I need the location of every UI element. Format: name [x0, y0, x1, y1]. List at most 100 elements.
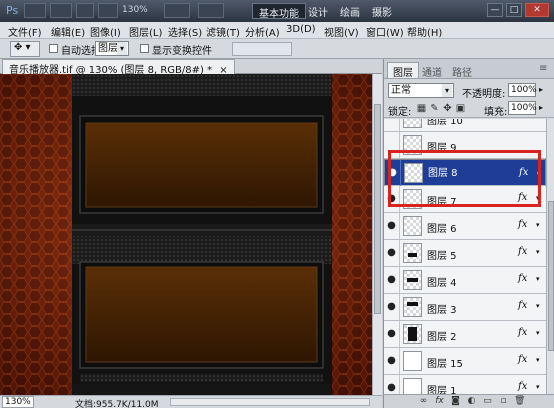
tab-paths[interactable]: 路径: [447, 63, 477, 79]
eye-icon[interactable]: ●: [384, 240, 400, 266]
layer-row[interactable]: 图层 9: [384, 132, 546, 159]
layer-row[interactable]: ● 图层 2 fx ▾: [384, 321, 546, 348]
new-layer-icon[interactable]: ▫: [498, 396, 509, 407]
lock-transparent-icon[interactable]: ▦: [416, 103, 427, 114]
move-tool-preset[interactable]: ✥ ▾: [10, 41, 40, 57]
expand-effects-icon[interactable]: ▾: [536, 383, 540, 391]
fx-icon[interactable]: fx: [518, 381, 527, 392]
layer-row[interactable]: 图层 10: [384, 119, 546, 132]
maximize-button[interactable]: □: [506, 3, 522, 17]
mask-icon[interactable]: ◙: [450, 396, 461, 407]
expand-effects-icon[interactable]: ▾: [536, 221, 540, 229]
zoom-level-dropdown[interactable]: 130%: [122, 5, 148, 15]
add-style-icon[interactable]: fx: [434, 396, 445, 407]
arrange-documents-button[interactable]: [164, 3, 190, 18]
lock-pixels-icon[interactable]: ✎: [429, 103, 440, 114]
opacity-input[interactable]: 100%: [508, 83, 537, 97]
menu-window[interactable]: 窗口(W): [366, 24, 404, 39]
fx-icon[interactable]: fx: [518, 327, 527, 338]
lock-all-icon[interactable]: ▣: [455, 103, 466, 114]
auto-select-dropdown[interactable]: 图层 ▾: [95, 41, 129, 56]
menu-analysis[interactable]: 分析(A): [245, 24, 280, 39]
expand-effects-icon[interactable]: ▾: [536, 194, 540, 202]
fx-icon[interactable]: fx: [518, 192, 527, 203]
fx-icon[interactable]: fx: [519, 166, 528, 179]
menu-layer[interactable]: 图层(L): [129, 24, 162, 39]
fx-icon[interactable]: fx: [518, 273, 527, 284]
expand-effects-icon[interactable]: ▾: [536, 248, 540, 256]
menu-help[interactable]: 帮助(H): [407, 24, 442, 39]
layer-row[interactable]: ● 图层 7 fx ▾: [384, 186, 546, 213]
visibility-toggle[interactable]: [384, 132, 400, 158]
workspace-design[interactable]: 设计: [302, 3, 334, 19]
status-zoom-field[interactable]: 130%: [2, 396, 34, 408]
expand-effects-icon[interactable]: ▾: [536, 329, 540, 337]
show-transform-label: 显示变换控件: [152, 46, 212, 57]
layer-row[interactable]: ● 图层 15 fx ▾: [384, 348, 546, 375]
eye-icon[interactable]: ●: [384, 186, 400, 212]
workspace-essentials[interactable]: 基本功能: [252, 3, 306, 20]
expand-effects-icon[interactable]: ▾: [537, 168, 541, 181]
panel-menu-icon[interactable]: ≡: [534, 62, 552, 78]
show-transform-checkbox[interactable]: [140, 44, 149, 53]
eye-icon[interactable]: ●: [384, 375, 400, 394]
fill-input[interactable]: 100%: [508, 101, 537, 115]
menu-image[interactable]: 图像(I): [90, 24, 121, 39]
blend-mode-dropdown[interactable]: 正常 ▾: [388, 83, 454, 98]
menu-view[interactable]: 视图(V): [324, 24, 359, 39]
eye-icon[interactable]: ●: [384, 294, 400, 320]
eye-icon[interactable]: ●: [384, 267, 400, 293]
workspace-painting[interactable]: 绘画: [334, 3, 366, 19]
screen-mode-button[interactable]: [198, 3, 224, 18]
menu-3d[interactable]: 3D(D): [286, 24, 316, 35]
align-buttons[interactable]: [232, 42, 292, 56]
eye-icon[interactable]: ●: [384, 348, 400, 374]
scrollbar-thumb[interactable]: [374, 104, 381, 314]
layer-row[interactable]: ● 图层 4 fx ▾: [384, 267, 546, 294]
trash-icon[interactable]: 🗑: [514, 396, 525, 407]
layer-row[interactable]: ● 图层 5 fx ▾: [384, 240, 546, 267]
layer-row[interactable]: ● 图层 6 fx ▾: [384, 213, 546, 240]
auto-select-checkbox[interactable]: [49, 44, 58, 53]
tab-channels[interactable]: 通道: [417, 63, 447, 79]
mini-bridge-button[interactable]: [50, 3, 72, 18]
workspace-photography[interactable]: 摄影: [366, 3, 398, 19]
fx-icon[interactable]: fx: [518, 354, 527, 365]
canvas[interactable]: [0, 74, 372, 395]
menu-edit[interactable]: 编辑(E): [51, 24, 85, 39]
fx-icon[interactable]: fx: [518, 300, 527, 311]
adjustment-icon[interactable]: ◐: [466, 396, 477, 407]
bridge-button[interactable]: [24, 3, 46, 18]
visibility-toggle[interactable]: [384, 119, 400, 131]
link-icon[interactable]: ∞: [418, 396, 429, 407]
fx-icon[interactable]: fx: [518, 219, 527, 230]
canvas-vertical-scrollbar[interactable]: [372, 74, 382, 395]
lock-position-icon[interactable]: ✥: [442, 103, 453, 114]
menu-select[interactable]: 选择(S): [168, 24, 202, 39]
view-extras-button[interactable]: [76, 3, 94, 18]
expand-effects-icon[interactable]: ▾: [536, 275, 540, 283]
menu-file[interactable]: 文件(F): [8, 24, 42, 39]
layer-row[interactable]: ● 图层 3 fx ▾: [384, 294, 546, 321]
expand-effects-icon[interactable]: ▾: [536, 302, 540, 310]
layer-row[interactable]: ● 图层 1 fx ▾: [384, 375, 546, 394]
document-info[interactable]: 文档:955.7K/11.0M: [75, 397, 159, 408]
layers-scrollbar[interactable]: [546, 119, 554, 394]
layer-row-selected[interactable]: ● 图层 8 fx ▾: [384, 159, 546, 186]
hand-tool-button[interactable]: [98, 3, 118, 18]
fx-icon[interactable]: fx: [518, 246, 527, 257]
document-tab[interactable]: 音乐播放器.tif @ 130% (图层 8, RGB/8#) * ×: [2, 59, 235, 76]
canvas-horizontal-scrollbar[interactable]: [170, 398, 370, 406]
close-button[interactable]: ✕: [525, 3, 549, 17]
menu-filter[interactable]: 滤镜(T): [206, 24, 240, 39]
tab-layers[interactable]: 图层: [387, 62, 419, 79]
folder-icon[interactable]: ▭: [482, 396, 493, 407]
eye-icon[interactable]: ●: [384, 213, 400, 239]
expand-effects-icon[interactable]: ▾: [536, 356, 540, 364]
fill-arrow-icon[interactable]: ▸: [539, 103, 543, 112]
minimize-button[interactable]: —: [487, 3, 503, 17]
opacity-arrow-icon[interactable]: ▸: [539, 85, 543, 94]
eye-icon[interactable]: ●: [384, 321, 400, 347]
eye-icon[interactable]: ●: [385, 160, 401, 186]
layers-scrollbar-thumb[interactable]: [548, 201, 554, 351]
